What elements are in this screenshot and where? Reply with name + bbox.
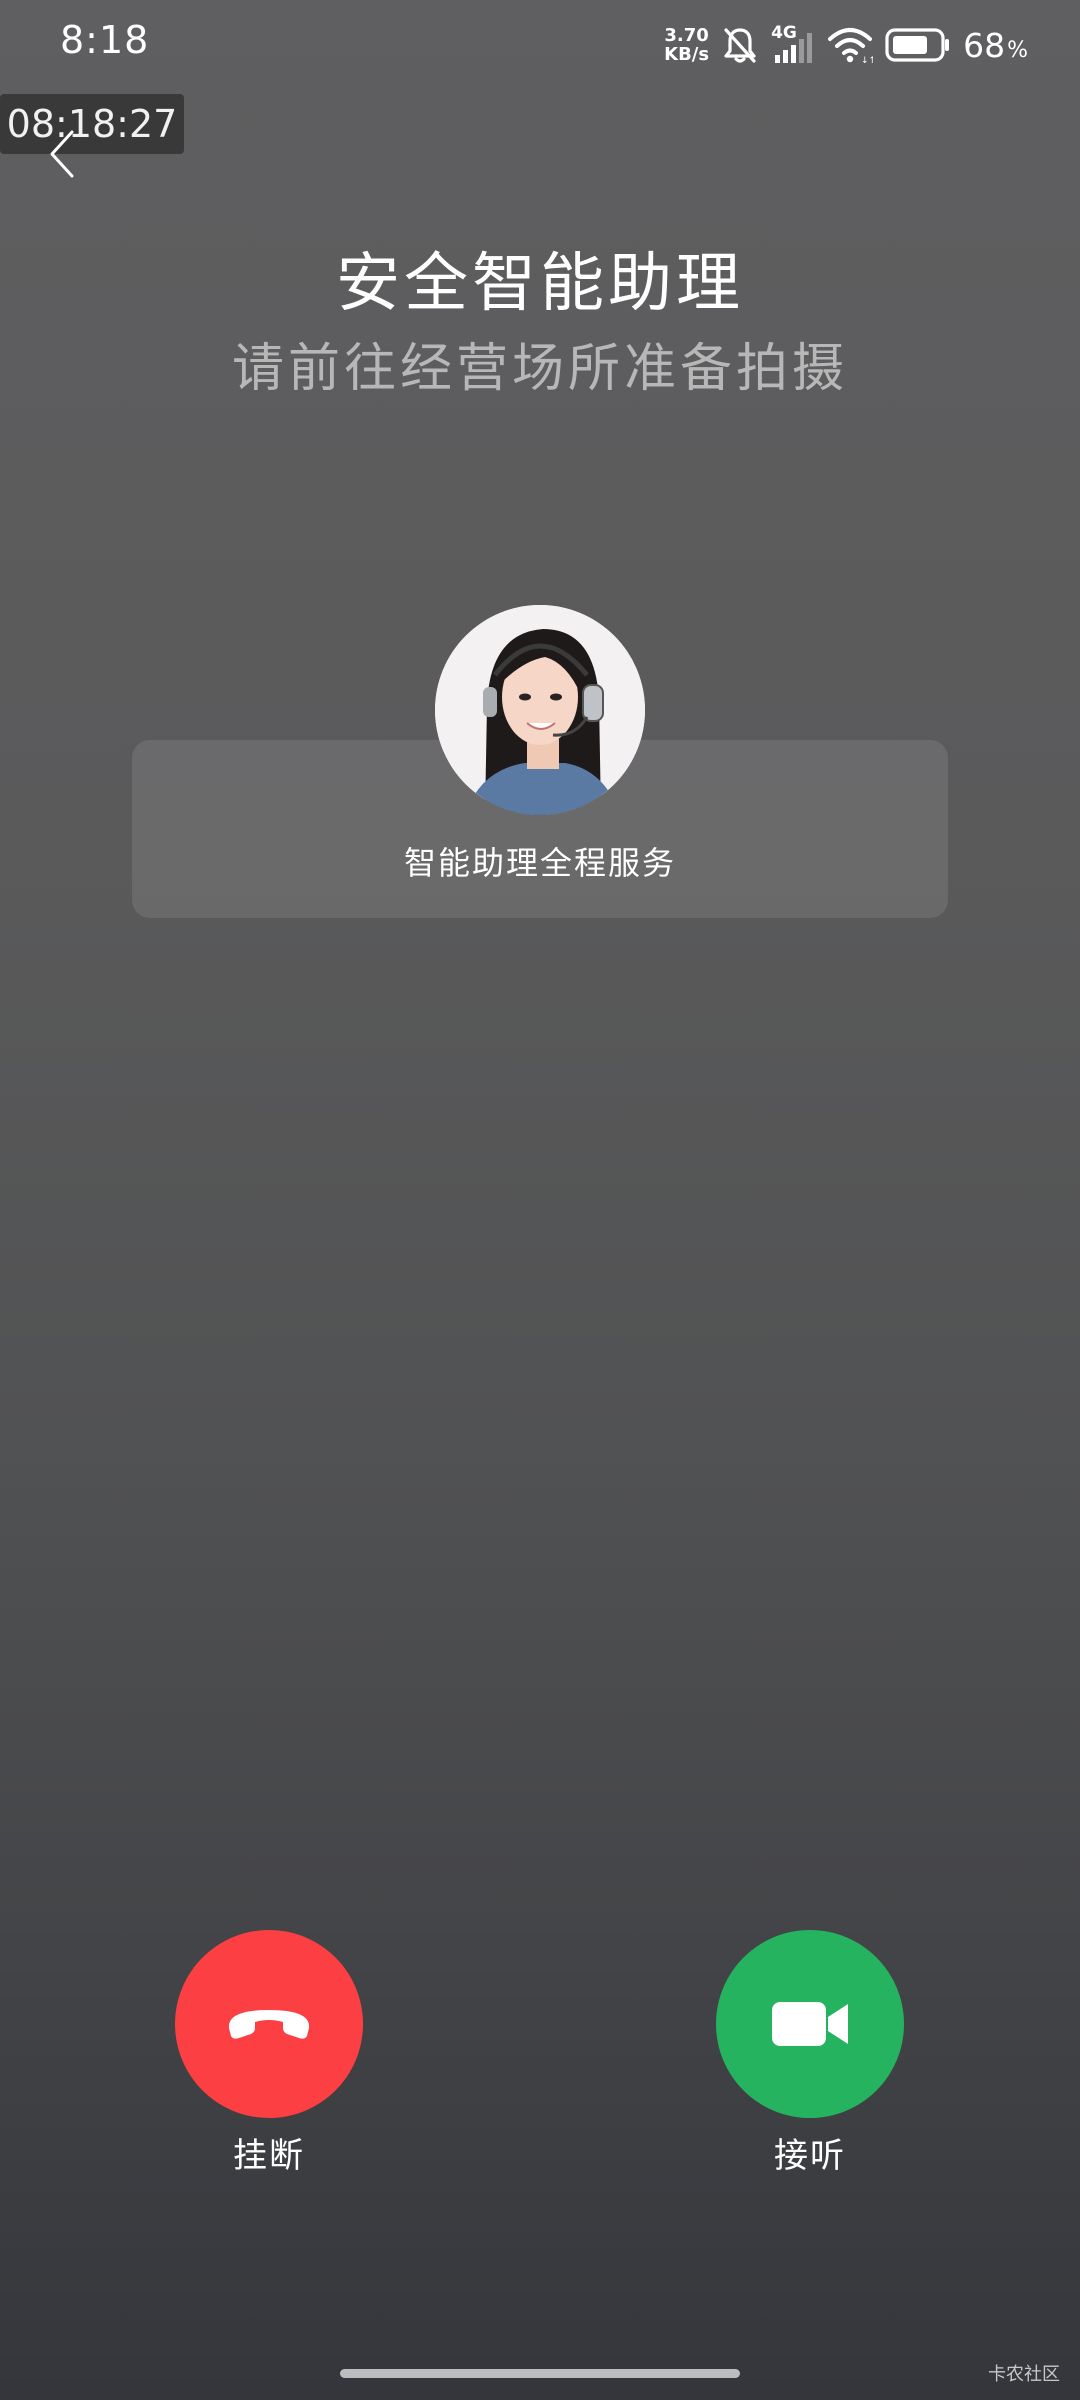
page-subtitle: 请前往经营场所准备拍摄 [231,339,848,399]
status-bar: 8:18 3.70 KB/s 4G ↓↑ 68 % [0,0,1080,90]
timestamp-overlay: 08:18:27 [0,94,184,154]
svg-text:↓↑: ↓↑ [861,56,873,65]
network-speed-unit: KB/s [664,44,710,65]
cellular-signal-icon: 4G [771,23,815,65]
decline-call-label: 挂断 [233,2136,305,2176]
back-button[interactable] [44,126,84,182]
accept-video-call-button[interactable] [716,1930,904,2118]
status-icons: 3.70 KB/s 4G ↓↑ 68 % [664,22,1028,68]
silent-bell-icon [721,25,759,65]
network-speed-value: 3.70 [664,25,709,46]
battery-icon [885,27,951,63]
video-camera-icon [772,2002,848,2046]
agent-avatar [435,605,645,815]
battery-percent-sign: % [1007,37,1028,63]
chevron-left-icon [50,130,74,178]
accept-call-label: 接听 [774,2136,846,2176]
phone-hangup-icon [228,2010,310,2039]
page-title: 安全智能助理 [336,247,744,321]
home-indicator[interactable] [340,2369,740,2378]
wifi-icon: ↓↑ [827,25,873,65]
battery-percent: 68 % [963,26,1028,65]
agent-label: 智能助理全程服务 [403,844,676,882]
status-time: 8:18 [60,18,150,62]
battery-percent-value: 68 [963,25,1006,65]
network-speed: 3.70 KB/s [664,26,709,64]
watermark: 卡农社区 [988,2364,1060,2385]
decline-call-button[interactable] [175,1930,363,2118]
